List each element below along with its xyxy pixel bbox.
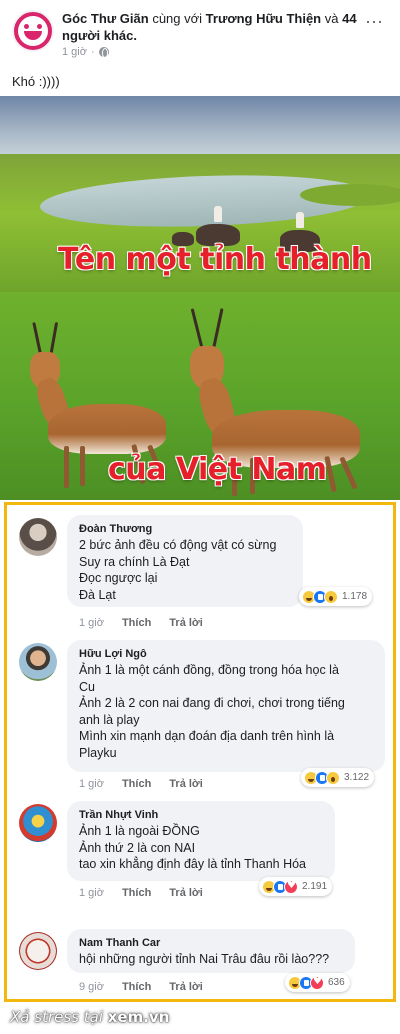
comment-time[interactable]: 1 giờ <box>79 778 104 790</box>
comment-text-line: Cu <box>79 679 95 694</box>
and-text: và <box>324 11 339 26</box>
rider-figure <box>296 212 304 228</box>
reaction-summary[interactable]: 3.122 <box>301 768 375 787</box>
comment-time[interactable]: 1 giờ <box>79 887 104 899</box>
comment-text-line: Đọc ngược lại <box>79 571 158 585</box>
comment-item: Hữu Lợi Ngô Ảnh 1 là một cánh đồng, đồng… <box>7 640 393 800</box>
post-caption: Khó :)))) <box>12 74 60 89</box>
commenter-name[interactable]: Đoàn Thương <box>79 522 291 537</box>
comment-text-line: Suy ra chính Là Đạt <box>79 554 190 569</box>
reaction-summary[interactable]: 2.191 <box>259 877 333 896</box>
post-header: Góc Thư Giãn cùng với Trương Hữu Thiện v… <box>0 0 400 64</box>
commenter-name[interactable]: Trần Nhựt Vinh <box>79 808 323 823</box>
reaction-summary[interactable]: 1.178 <box>299 587 373 606</box>
comment-bubble: Đoàn Thương 2 bức ảnh đều có động vật có… <box>67 515 303 607</box>
smiley-logo-icon <box>18 16 48 46</box>
reply-comment-button[interactable]: Trả lời <box>169 981 203 993</box>
comment-text-line: 2 bức ảnh đều có động vật có sừng <box>79 538 277 552</box>
comment-time[interactable]: 1 giờ <box>79 617 104 629</box>
reply-comment-button[interactable]: Trả lời <box>169 617 203 629</box>
page-name-link[interactable]: Góc Thư Giãn <box>62 11 149 26</box>
commenter-name[interactable]: Nam Thanh Car <box>79 936 343 951</box>
like-comment-button[interactable]: Thích <box>122 778 151 790</box>
image-caption-top: Tên một tỉnh thành <box>58 242 372 277</box>
comment-bubble: Hữu Lợi Ngô Ảnh 1 là một cánh đồng, đồng… <box>67 640 385 772</box>
watermark: Xả stress tại xem.vn <box>10 1008 169 1026</box>
comment-text-line: Ảnh 1 là một cánh đồng, đồng trong hóa h… <box>79 663 339 677</box>
comment-text-line: anh là play <box>79 712 140 727</box>
reply-comment-button[interactable]: Trả lời <box>169 887 203 899</box>
comment-item: Đoàn Thương 2 bức ảnh đều có động vật có… <box>7 515 393 635</box>
post-author-line: Góc Thư Giãn cùng với Trương Hữu Thiện v… <box>62 10 362 44</box>
comments-highlight-box: Đoàn Thương 2 bức ảnh đều có động vật có… <box>4 502 396 1002</box>
reply-comment-button[interactable]: Trả lời <box>169 778 203 790</box>
comment-item: Trần Nhựt Vinh Ảnh 1 là ngoài ĐỒNG Ảnh t… <box>7 801 393 911</box>
watermark-prefix: Xả stress tại <box>10 1008 103 1026</box>
like-comment-button[interactable]: Thích <box>122 887 151 899</box>
love-reaction-icon <box>284 879 298 894</box>
reaction-summary[interactable]: 636 <box>285 973 350 992</box>
commenter-name[interactable]: Hữu Lợi Ngô <box>79 647 373 662</box>
comment-time[interactable]: 9 giờ <box>79 981 104 993</box>
rider-figure <box>214 206 222 222</box>
wow-reaction-icon <box>326 770 340 785</box>
image-island <box>300 184 400 206</box>
comment-actions: 9 giờ Thích Trả lời <box>79 981 203 993</box>
commenter-avatar[interactable] <box>19 804 57 842</box>
with-text: cùng với <box>152 11 203 26</box>
comment-actions: 1 giờ Thích Trả lời <box>79 887 203 899</box>
post-meta: 1 giờ · <box>62 46 109 58</box>
commenter-avatar[interactable] <box>19 518 57 556</box>
comment-bubble: Nam Thanh Car hội những người tỉnh Nai T… <box>67 929 355 973</box>
image-caption-bottom: của Việt Nam <box>108 452 327 487</box>
comment-text-line: Đà Lạt <box>79 587 116 602</box>
tagged-user-link[interactable]: Trương Hữu Thiện <box>206 11 321 26</box>
comment-text-line: Mình xin mạnh dạn đoán địa danh trên hìn… <box>79 729 335 743</box>
reaction-count: 1.178 <box>342 591 368 602</box>
globe-icon <box>98 47 109 58</box>
comment-text-line: Ảnh 1 là ngoài ĐỒNG <box>79 824 200 838</box>
meta-separator: · <box>90 46 95 58</box>
reaction-count: 636 <box>328 977 345 988</box>
like-comment-button[interactable]: Thích <box>122 617 151 629</box>
comment-actions: 1 giờ Thích Trả lời <box>79 617 203 629</box>
comment-actions: 1 giờ Thích Trả lời <box>79 778 203 790</box>
comment-text-line: Playku <box>79 745 117 760</box>
page-avatar[interactable] <box>12 10 54 52</box>
post-time[interactable]: 1 giờ <box>62 46 87 58</box>
comment-text-line: Ảnh 2 là 2 con nai đang đi chơi, chơi tr… <box>79 696 345 710</box>
comment-item: Nam Thanh Car hội những người tỉnh Nai T… <box>7 929 393 999</box>
commenter-avatar[interactable] <box>19 643 57 681</box>
watermark-site: xem.vn <box>107 1008 170 1026</box>
comment-text-line: hội những người tỉnh Nai Trâu đâu rồi là… <box>79 952 330 966</box>
comment-text-line: tao xin khẳng định đây là tỉnh Thanh Hóa <box>79 857 307 871</box>
more-options-icon[interactable]: ⋯ <box>365 12 384 33</box>
like-comment-button[interactable]: Thích <box>122 981 151 993</box>
reaction-count: 2.191 <box>302 881 328 892</box>
commenter-avatar[interactable] <box>19 932 57 970</box>
love-reaction-icon <box>310 975 324 990</box>
comment-bubble: Trần Nhựt Vinh Ảnh 1 là ngoài ĐỒNG Ảnh t… <box>67 801 335 881</box>
image-sky <box>0 96 400 158</box>
reaction-count: 3.122 <box>344 772 370 783</box>
comment-text-line: Ảnh thứ 2 là con NAI <box>79 840 196 855</box>
post-image[interactable]: Tên một tỉnh thành của Việt Nam <box>0 96 400 500</box>
wow-reaction-icon <box>324 589 338 604</box>
